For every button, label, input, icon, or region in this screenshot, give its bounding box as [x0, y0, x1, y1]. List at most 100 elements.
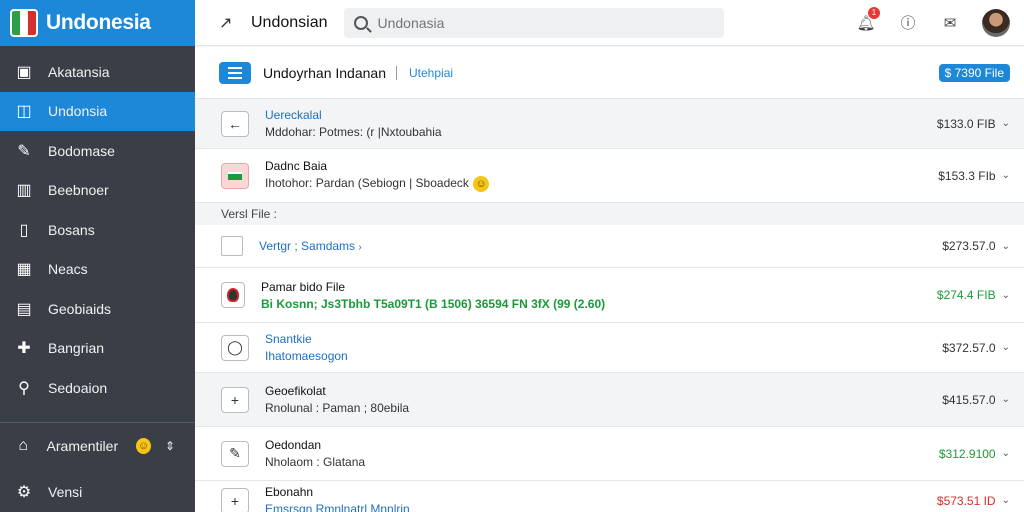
- chevron-updown-icon[interactable]: ⇕: [165, 439, 175, 453]
- row-title: Pamar bido File: [261, 279, 346, 294]
- sidebar-item-label: Akatansia: [48, 63, 110, 80]
- main-content: Undoyrhan Indanan Utehpiai $ 7390 File ←…: [195, 47, 1024, 512]
- edit-icon[interactable]: ✎: [221, 440, 249, 467]
- chevron-down-icon[interactable]: ⌄: [1002, 342, 1010, 353]
- info-icon[interactable]: ⓘ: [898, 13, 918, 33]
- row-subtitle: Emsrsgn Rmnlnatrl Mnnlrin: [265, 502, 410, 512]
- row-amount: $573.51 ID ⌄: [937, 494, 1010, 508]
- row-amount-value: $273.57.0: [942, 239, 996, 253]
- sidebar-item-bosans[interactable]: ▯ Bosans: [0, 210, 195, 250]
- sidebar-item-label: Aramentiler: [46, 437, 119, 454]
- table-icon: ▤: [16, 300, 32, 318]
- content-title: Undoyrhan Indanan: [263, 64, 386, 81]
- sidebar-item-label: Vensi: [48, 483, 83, 500]
- pin-icon: ◯: [221, 334, 249, 361]
- row-amount-value: $573.51 ID: [936, 493, 996, 508]
- sidebar-item-vensi[interactable]: ⚙ Vensi: [0, 469, 195, 512]
- plus-icon[interactable]: +: [221, 386, 249, 413]
- chevron-down-icon[interactable]: ⌄: [1002, 241, 1010, 252]
- row-title: Ebonahn: [265, 485, 314, 499]
- chevron-down-icon[interactable]: ⌄: [1002, 495, 1010, 506]
- mail-icon[interactable]: ✉: [940, 13, 960, 33]
- list-item[interactable]: + Ebonahn Emsrsgn Rmnlnatrl Mnnlrin $573…: [195, 481, 1024, 512]
- content-header: Undoyrhan Indanan Utehpiai $ 7390 File: [195, 47, 1024, 99]
- plus-icon[interactable]: +: [221, 487, 249, 512]
- sidebar-item-label: Bodomase: [48, 142, 115, 159]
- list-item[interactable]: ◯ Snantkie Ihatomaesogon $372.57.0 ⌄: [195, 323, 1024, 373]
- pin-icon[interactable]: ↗: [219, 13, 237, 33]
- row-title-text: Vertgr ; Samdams: [259, 239, 356, 253]
- sidebar-item-label: Geobiaids: [48, 300, 112, 317]
- chevron-right-icon[interactable]: ›: [358, 242, 361, 253]
- row-subtitle-text: Ihotohor: Pardan (Sebiogn | Sboadeck: [265, 176, 469, 190]
- sidebar-item-label: Sedoaion: [48, 379, 108, 396]
- settings-icon: ⚙: [16, 483, 32, 501]
- emoji-icon: ☺: [472, 176, 489, 192]
- row-title: Geoefikolat: [265, 384, 326, 398]
- menu-button[interactable]: [219, 61, 251, 84]
- grid-icon: ▦: [16, 261, 32, 279]
- section-label: Versl File :: [195, 203, 1024, 225]
- sidebar-item-aramentiler[interactable]: ⌂ Aramentiler ☺ ⇕: [0, 423, 195, 469]
- sidebar-item-beebnoer[interactable]: ▥ Beebnoer: [0, 171, 195, 211]
- chevron-down-icon[interactable]: ⌄: [1002, 170, 1010, 181]
- chart-icon: ◫: [16, 103, 32, 121]
- home-icon: ⌂: [18, 436, 29, 454]
- notification-badge: 1: [868, 6, 880, 19]
- sidebar-item-geobiaids[interactable]: ▤ Geobiaids: [0, 289, 195, 329]
- badge-icon: [221, 282, 245, 308]
- sidebar-item-label: Beebnoer: [48, 182, 109, 199]
- sidebar-item-label: Bangrian: [48, 340, 105, 357]
- list-item[interactable]: Vertgr ; Samdams › $273.57.0 ⌄: [195, 225, 1024, 268]
- row-subtitle: Rnolunal : Paman ; 80ebila: [265, 401, 410, 415]
- sidebar: Undonesia ▣ Akatansia ◫ Undonsia ✎ Bodom…: [0, 0, 195, 512]
- row-amount: $415.57.0 ⌄: [942, 393, 1010, 407]
- row-amount: $133.0 FIB ⌄: [937, 117, 1010, 131]
- sidebar-item-label: Neacs: [48, 261, 88, 278]
- search-bar[interactable]: [343, 7, 724, 38]
- row-title: Uereckalal: [265, 108, 322, 122]
- top-bar: ↗ Undonsian 🔔︎1 ⓘ ✉: [195, 0, 1024, 46]
- sidebar-item-bangrian[interactable]: ✚ Bangrian: [0, 329, 195, 369]
- wrench-icon: ✎: [17, 142, 31, 160]
- row-amount-value: $312.9100: [938, 446, 996, 461]
- back-arrow-icon[interactable]: ←: [221, 110, 249, 137]
- puzzle-icon: ✚: [17, 340, 31, 358]
- sidebar-item-label: Undonsia: [48, 103, 108, 120]
- row-amount: $153.3 FIb ⌄: [938, 169, 1010, 183]
- chevron-down-icon[interactable]: ⌄: [1002, 118, 1010, 129]
- list-item[interactable]: ← Uereckalal Mddohar: Potmes: (r |Nxtoub…: [195, 99, 1024, 149]
- row-amount: $372.57.0 ⌄: [942, 341, 1010, 355]
- list-item[interactable]: + Geoefikolat Rnolunal : Paman ; 80ebila…: [195, 373, 1024, 427]
- brand-name: Undonesia: [46, 11, 151, 34]
- topbar-actions: 🔔︎ 1 ⓘ ✉: [856, 6, 1010, 37]
- chevron-down-icon[interactable]: ⌄: [1002, 448, 1010, 459]
- search-icon: ⚲: [18, 379, 30, 397]
- header-link[interactable]: Utehpiai: [409, 66, 453, 80]
- avatar[interactable]: [982, 8, 1010, 37]
- sidebar-item-sedoaion[interactable]: ⚲ Sedoaion: [0, 368, 195, 408]
- row-subtitle: Nholaom : Glatana: [265, 455, 366, 469]
- search-input[interactable]: [377, 14, 698, 31]
- list-item[interactable]: ✎ Oedondan Nholaom : Glatana $312.9100 ⌄: [195, 427, 1024, 481]
- sidebar-item-akatansia[interactable]: ▣ Akatansia: [0, 52, 195, 92]
- page-title: Undonsian: [251, 13, 328, 31]
- sidebar-item-bodomase[interactable]: ✎ Bodomase: [0, 131, 195, 171]
- sidebar-item-label: Bosans: [48, 221, 95, 238]
- list-item[interactable]: Dadnc Baia Ihotohor: Pardan (Sebiogn | S…: [195, 149, 1024, 203]
- header-divider: [396, 65, 397, 80]
- row-title: Vertgr ; Samdams ›: [259, 239, 362, 253]
- emoji-icon: ☺: [136, 437, 151, 454]
- checkbox-icon[interactable]: [221, 236, 243, 256]
- file-button[interactable]: $ 7390 File: [938, 63, 1010, 82]
- row-amount: $274.4 FIB ⌄: [937, 288, 1010, 302]
- row-amount: $312.9100 ⌄: [939, 447, 1010, 461]
- sidebar-item-undonsia[interactable]: ◫ Undonsia: [0, 91, 195, 131]
- list-item[interactable]: Pamar bido File Bi Kosnn; Js3Tbhb T5a09T…: [195, 268, 1024, 323]
- sidebar-item-neacs[interactable]: ▦ Neacs: [0, 250, 195, 290]
- notification-icon[interactable]: 🔔︎ 1: [856, 6, 880, 33]
- row-subtitle: Ihatomaesogon: [265, 349, 348, 363]
- chevron-down-icon[interactable]: ⌄: [1002, 394, 1010, 405]
- chevron-down-icon[interactable]: ⌄: [1002, 290, 1010, 301]
- brand[interactable]: Undonesia: [0, 0, 195, 46]
